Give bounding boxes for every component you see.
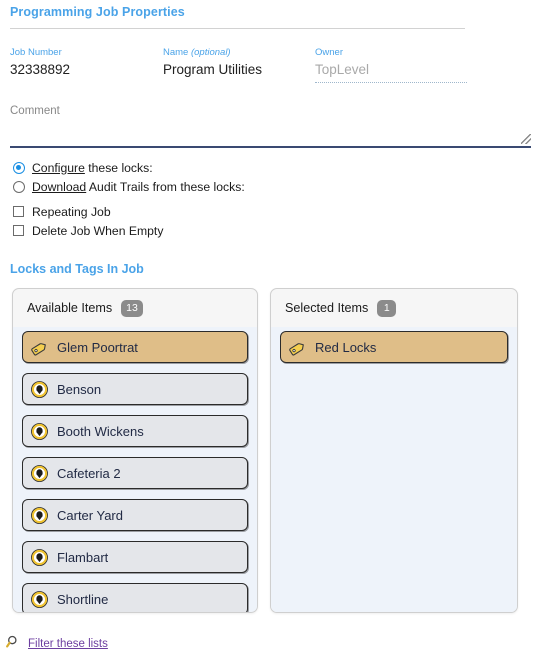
list-item[interactable]: Flambart <box>22 541 248 573</box>
field-job-number-label: Job Number <box>10 47 62 58</box>
list-item-label: Carter Yard <box>57 507 123 523</box>
lock-icon <box>31 548 48 566</box>
available-items-list[interactable]: Glem Poortrat Benson Booth Wickens Cafeteri… <box>13 327 257 612</box>
list-item-label: Booth Wickens <box>57 423 144 439</box>
list-item-label: Cafeteria 2 <box>57 465 121 481</box>
list-item-label: Glem Poortrat <box>57 339 138 355</box>
field-name[interactable]: Name (optional) Program Utilities <box>163 47 262 79</box>
checkbox-delete-job-when-empty[interactable]: Delete Job When Empty <box>13 221 163 240</box>
tag-icon <box>289 342 304 355</box>
field-job-number[interactable]: Job Number 32338892 <box>10 47 70 79</box>
selected-items-list[interactable]: Red Locks <box>271 327 517 612</box>
checkbox-delete-job-when-empty-mark[interactable] <box>13 225 24 236</box>
radio-download-label: Download Audit Trails from these locks: <box>32 179 245 194</box>
checkbox-repeating-job-label: Repeating Job <box>32 204 111 219</box>
field-owner-underline <box>315 82 467 83</box>
field-owner-label: Owner <box>315 47 343 58</box>
panel-available-title: Available Items <box>27 301 113 315</box>
field-owner-value: TopLevel <box>315 62 370 77</box>
radio-download-mark[interactable] <box>13 180 25 193</box>
radio-download[interactable]: Download Audit Trails from these locks: <box>13 177 245 196</box>
panel-selected-title: Selected Items <box>285 301 369 315</box>
list-item[interactable]: Carter Yard <box>22 499 248 531</box>
panel-available-items: Available Items 13 Glem Poortrat Benson Bo… <box>12 288 258 613</box>
field-name-label: Name (optional) <box>163 47 231 58</box>
tag-icon <box>31 342 46 355</box>
list-item-label: Benson <box>57 381 102 397</box>
lock-icon <box>31 422 48 440</box>
field-owner[interactable]: Owner TopLevel <box>315 47 467 83</box>
comment-label: Comment <box>10 105 60 117</box>
list-item[interactable]: Booth Wickens <box>22 415 248 447</box>
lock-icon <box>31 590 48 608</box>
filter-these-lists-link[interactable]: Filter these lists <box>28 638 108 650</box>
panel-available-header: Available Items 13 <box>13 289 257 327</box>
field-name-value: Program Utilities <box>163 62 263 77</box>
field-job-number-value: 32338892 <box>10 62 71 77</box>
list-item[interactable]: Benson <box>22 373 248 405</box>
comment-textarea[interactable] <box>10 118 531 148</box>
title-divider <box>10 28 465 29</box>
comment-field[interactable]: Comment <box>10 104 531 148</box>
list-item[interactable]: Shortline <box>22 583 248 612</box>
radio-configure-mark[interactable] <box>13 161 25 174</box>
section-heading-locks-and-tags: Locks and Tags In Job <box>10 262 144 276</box>
filter-lists-row[interactable]: Filter these lists <box>6 634 108 653</box>
job-action-radio-group: Configure these locks: Download Audit Tr… <box>13 158 245 196</box>
resize-grip-icon[interactable] <box>521 134 531 144</box>
checkbox-delete-job-when-empty-label: Delete Job When Empty <box>32 223 164 238</box>
panel-selected-items: Selected Items 1 Red Locks <box>270 288 518 613</box>
lock-icon <box>31 506 48 524</box>
checkbox-repeating-job-mark[interactable] <box>13 206 24 217</box>
list-item-label: Flambart <box>57 549 109 565</box>
job-options-checkbox-group: Repeating Job Delete Job When Empty <box>13 202 163 240</box>
list-item[interactable]: Red Locks <box>280 331 508 363</box>
lock-icon <box>31 380 48 398</box>
list-item[interactable]: Cafeteria 2 <box>22 457 248 489</box>
panel-selected-count-badge: 1 <box>377 299 397 317</box>
list-item[interactable]: Glem Poortrat <box>22 331 248 363</box>
magnifier-icon <box>6 634 22 653</box>
page-title: Programming Job Properties <box>10 5 185 19</box>
checkbox-repeating-job[interactable]: Repeating Job <box>13 202 163 221</box>
radio-configure[interactable]: Configure these locks: <box>13 158 245 177</box>
lock-icon <box>31 464 48 482</box>
list-item-label: Red Locks <box>315 339 377 355</box>
panel-selected-header: Selected Items 1 <box>271 289 517 327</box>
list-item-label: Shortline <box>57 591 109 607</box>
radio-configure-label: Configure these locks: <box>32 160 153 175</box>
panel-available-count-badge: 13 <box>121 299 143 317</box>
